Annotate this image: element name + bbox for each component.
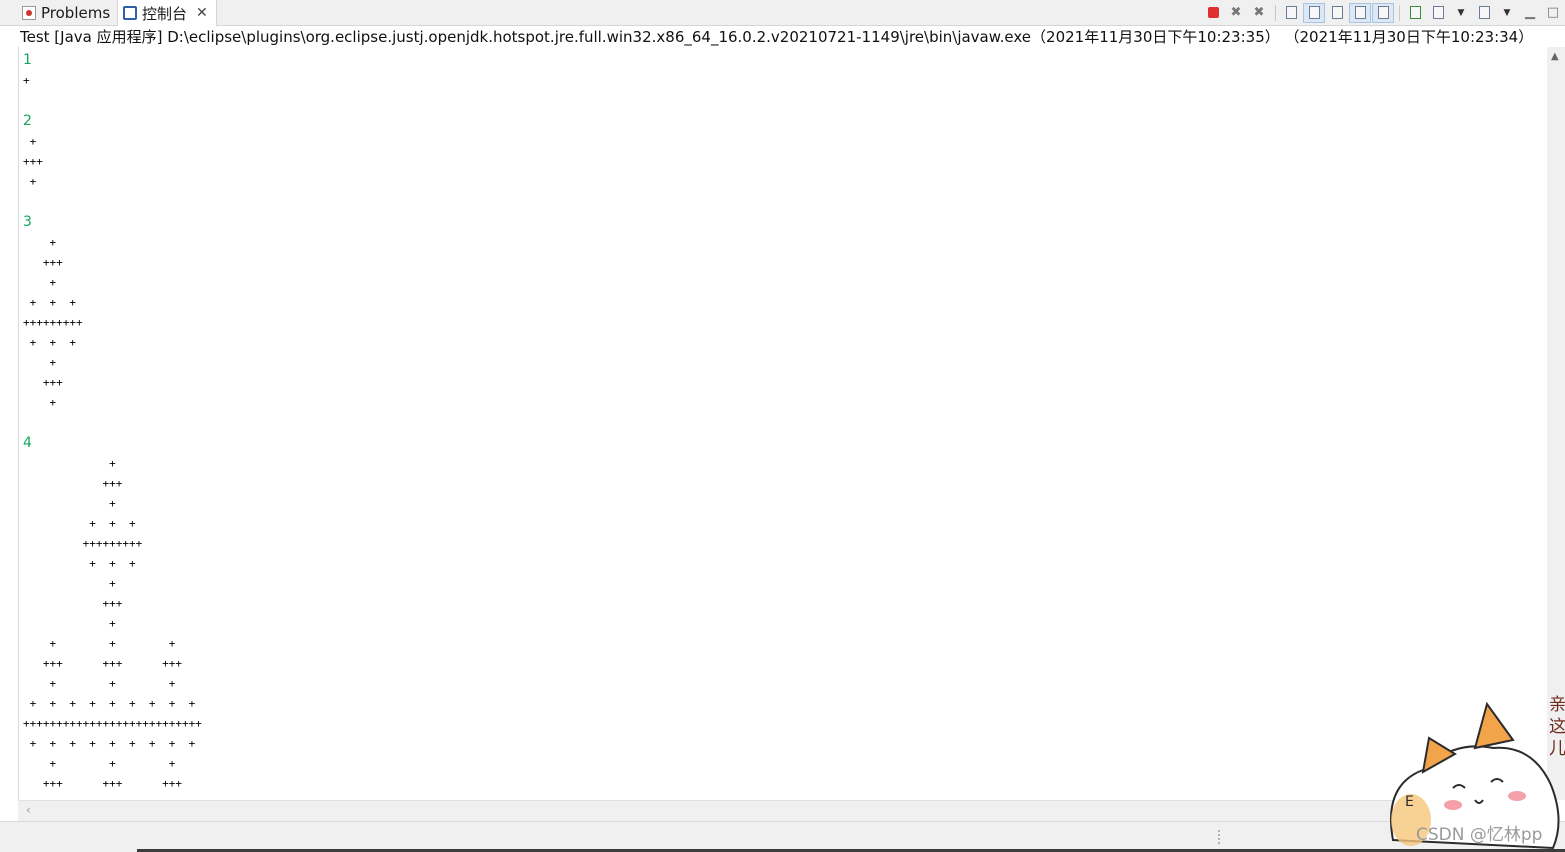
console-output-line: + bbox=[23, 617, 202, 630]
console-output-line: +++ +++ +++ bbox=[23, 657, 202, 670]
console-number-line: 2 bbox=[23, 113, 32, 129]
console-output-line: +++ bbox=[23, 477, 202, 490]
console-output-line: + + + bbox=[23, 557, 202, 570]
console-output-line: + + + bbox=[23, 336, 83, 349]
console-output-line: + + + + + + + + + bbox=[23, 737, 202, 750]
scroll-lock-icon[interactable] bbox=[1303, 2, 1325, 23]
toolbar-divider bbox=[1275, 4, 1276, 21]
console-toolbar: ✖ ✖ ▼ ▼ ▁ □ bbox=[1202, 0, 1565, 25]
show-on-stdout-icon[interactable] bbox=[1349, 2, 1371, 23]
toolbar-divider bbox=[1399, 4, 1400, 21]
sticker-side-text: 亲这儿 bbox=[1549, 695, 1565, 759]
console-output-line: + bbox=[23, 276, 83, 289]
console-number-line: 1 bbox=[23, 52, 32, 68]
remove-all-launches-icon[interactable]: ✖ bbox=[1248, 3, 1270, 23]
status-bar bbox=[0, 821, 1565, 852]
vertical-scrollbar[interactable]: ▲ bbox=[1547, 47, 1565, 800]
console-output-line: + + + bbox=[23, 296, 83, 309]
console-output-line: + + + + + + + + + bbox=[23, 697, 202, 710]
tab-problems-label: Problems bbox=[41, 3, 111, 22]
console-output-line: +++++++++ bbox=[23, 537, 202, 550]
console-output-line: + + + bbox=[23, 677, 202, 690]
console-process-header: Test [Java 应用程序] D:\eclipse\plugins\org.… bbox=[20, 28, 1534, 46]
word-wrap-icon[interactable] bbox=[1326, 3, 1348, 23]
console-output-line: + bbox=[23, 356, 83, 369]
remove-launch-icon[interactable]: ✖ bbox=[1225, 3, 1247, 23]
horizontal-scrollbar[interactable]: ‹ bbox=[18, 800, 1547, 821]
display-console-dropdown-icon[interactable]: ▼ bbox=[1450, 3, 1472, 23]
view-tab-bar: Problems 控制台 ✕ ✖ ✖ ▼ ▼ ▁ □ bbox=[0, 0, 1565, 26]
console-output-line: + bbox=[23, 135, 43, 148]
console-output-line: + bbox=[23, 497, 202, 510]
console-number-line: 3 bbox=[23, 214, 32, 230]
console-output-line: +++++++++++++++++++++++++++ bbox=[23, 717, 202, 730]
console-output-line: + bbox=[23, 457, 202, 470]
console-output-line: + bbox=[23, 236, 83, 249]
console-output-line: +++ bbox=[23, 376, 83, 389]
scroll-left-icon[interactable]: ‹ bbox=[26, 803, 31, 817]
open-console-icon[interactable] bbox=[1473, 3, 1495, 23]
csdn-watermark: CSDN @忆林pp bbox=[1416, 825, 1543, 845]
console-output-text: 1 + 2 + +++ + 3 + +++ + + + + +++++++++ … bbox=[23, 50, 202, 800]
console-icon bbox=[123, 6, 137, 20]
problems-icon bbox=[22, 5, 36, 20]
close-icon[interactable]: ✕ bbox=[196, 5, 208, 21]
console-output-line: +++ bbox=[23, 597, 202, 610]
clear-console-icon[interactable] bbox=[1280, 3, 1302, 23]
console-output-line: +++++++++ bbox=[23, 316, 83, 329]
tab-console-label: 控制台 bbox=[142, 4, 188, 23]
console-output-line: + + + bbox=[23, 757, 202, 770]
display-selected-console-icon[interactable] bbox=[1427, 3, 1449, 23]
console-output-line: + bbox=[23, 577, 202, 590]
minimize-icon[interactable]: ▁ bbox=[1519, 3, 1541, 23]
open-console-dropdown-icon[interactable]: ▼ bbox=[1496, 3, 1518, 23]
console-output-area[interactable]: 1 + 2 + +++ + 3 + +++ + + + + +++++++++ … bbox=[18, 47, 1548, 800]
pin-console-icon[interactable] bbox=[1404, 3, 1426, 23]
svg-text:E: E bbox=[1405, 794, 1414, 810]
console-output-line: + bbox=[23, 175, 43, 188]
tab-problems[interactable]: Problems bbox=[22, 0, 110, 25]
maximize-icon[interactable]: □ bbox=[1542, 3, 1564, 23]
console-number-line: 4 bbox=[23, 435, 32, 451]
console-output-line: + bbox=[23, 396, 83, 409]
console-output-line: + + + bbox=[23, 637, 202, 650]
console-output-line: + bbox=[23, 74, 30, 87]
show-on-stderr-icon[interactable] bbox=[1372, 2, 1394, 23]
terminate-icon[interactable] bbox=[1202, 3, 1224, 23]
console-output-line: +++ +++ +++ bbox=[23, 777, 202, 790]
tab-console[interactable]: 控制台 ✕ bbox=[117, 0, 217, 26]
scroll-up-icon[interactable]: ▲ bbox=[1551, 51, 1559, 62]
console-output-line: + + + bbox=[23, 517, 202, 530]
console-output-line: +++ bbox=[23, 155, 43, 168]
console-output-line: +++ bbox=[23, 256, 83, 269]
status-bar-grip-icon[interactable] bbox=[1218, 830, 1222, 844]
